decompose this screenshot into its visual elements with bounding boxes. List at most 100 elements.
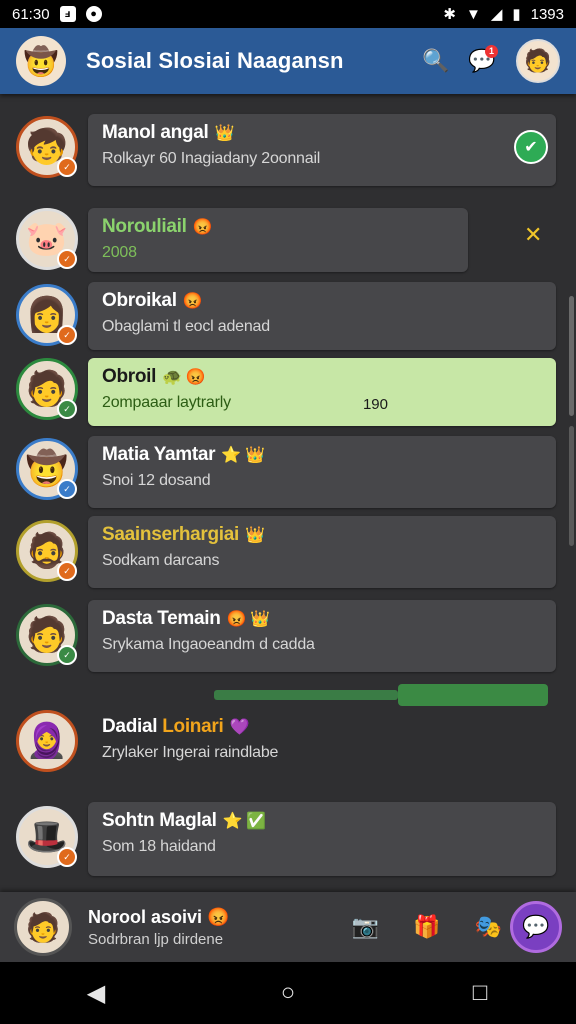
chat-name: Sohtn Maglal: [102, 810, 217, 831]
progress-bar: [214, 690, 398, 700]
chat-name: Dasta Temain: [102, 608, 221, 629]
angry-emoji-icon: 😡: [192, 219, 213, 236]
status-badge: ✓: [57, 325, 77, 345]
status-badge: ✓: [57, 479, 77, 499]
chat-item[interactable]: 🐷 ✓ Norouliail 😡 2008 ✕: [16, 208, 560, 272]
chat-bubble[interactable]: Obroil 🐢 😡 2ompaaar laytrarly 190: [88, 358, 556, 426]
signal-icon: ◢: [490, 6, 503, 23]
avatar: 🧕: [16, 710, 78, 772]
chat-name: Manol angal: [102, 122, 209, 143]
avatar: 🐷 ✓: [16, 208, 78, 270]
bottom-bar: 🧑 Norool asoivi 😡 Sodrbran ljp dirdene 📷…: [0, 892, 576, 962]
sticker-icon[interactable]: 🎁: [413, 914, 440, 940]
avatar: 🎩 ✓: [16, 806, 78, 868]
character-icon[interactable]: 🎭: [475, 914, 502, 940]
composer-name: Norool asoivi: [88, 906, 203, 927]
chat-preview: Snoi 12 dosand: [102, 472, 211, 489]
angry-crown-icon: 😡 👑: [226, 611, 271, 628]
chat-preview: Som 18 haidand: [102, 838, 216, 855]
back-nav-icon[interactable]: ◀: [79, 976, 113, 1010]
home-nav-icon[interactable]: ○: [271, 976, 305, 1010]
chat-item[interactable]: 🧒 ✓ Manol angal 👑 Rolkayr 60 Inagiadany 2o…: [16, 114, 560, 186]
status-bar: 61:30 ⅎ ● ✱ ▼ ◢ ▮ 1393: [0, 0, 576, 28]
chat-bubble[interactable]: Saainserhargiai 👑 Sodkam darcans: [88, 516, 556, 588]
composer-sub: Sodrbran ljp dirdene: [88, 930, 224, 948]
composer-avatar[interactable]: 🧑: [14, 898, 72, 956]
progress-bar-fill: [398, 684, 548, 706]
avatar: 🧑 ✓: [16, 604, 78, 666]
chat-preview: Zrylaker Ingerai raindlabe: [102, 744, 279, 761]
chat-preview: Srykama Ingaoeandm d cadda: [102, 636, 315, 653]
bluetooth-icon: ✱: [443, 6, 456, 23]
chat-item[interactable]: 🧕 Dadial Loinari 💜 Zrylaker Ingerai raind…: [16, 708, 560, 776]
status-badge: ✓: [57, 249, 77, 269]
chat-bubble[interactable]: Manol angal 👑 Rolkayr 60 Inagiadany 2oonn…: [88, 114, 556, 186]
angry-emoji-icon: 😡: [182, 293, 203, 310]
status-badge: ✓: [57, 399, 77, 419]
scrollbar-track: [569, 426, 574, 546]
emoji-action-button[interactable]: 💬: [510, 901, 562, 953]
chat-name-part1: Dadial: [102, 716, 158, 737]
chat-name: Saainserhargiai: [102, 524, 240, 545]
app-logo-avatar[interactable]: 🤠: [16, 36, 66, 86]
chat-item[interactable]: 🎩 ✓ Sohtn Maglal ⭐ ✅ Som 18 haidand: [16, 802, 560, 876]
chat-preview: 2008: [102, 244, 137, 261]
scrollbar[interactable]: [569, 296, 574, 416]
chat-item[interactable]: 🧔 ✓ Saainserhargiai 👑 Sodkam darcans: [16, 516, 560, 588]
chat-item[interactable]: 🤠 ✓ Matia Yamtar ⭐ 👑 Snoi 12 dosand: [16, 436, 560, 508]
chat-bubble[interactable]: Sohtn Maglal ⭐ ✅ Som 18 haidand: [88, 802, 556, 876]
status-time: 61:30: [12, 5, 50, 23]
chat-item[interactable]: 👩 ✓ Obroikal 😡 Obaglami tl eocl adenad: [16, 282, 560, 350]
avatar: 🧑 ✓: [16, 358, 78, 420]
chat-name: Obroil: [102, 366, 157, 387]
notification-icon: ⅎ: [59, 6, 76, 22]
notification-badge: 1: [485, 45, 498, 58]
chat-bubble[interactable]: Matia Yamtar ⭐ 👑 Snoi 12 dosand: [88, 436, 556, 508]
chat-name: Norouliail: [102, 216, 187, 237]
close-icon[interactable]: ✕: [524, 222, 542, 248]
chat-item-active[interactable]: 🧑 ✓ Obroil 🐢 😡 2ompaaar laytrarly 190: [16, 358, 560, 426]
chat-preview: 2ompaaar laytrarly: [102, 394, 231, 411]
status-badge: ✓: [57, 157, 77, 177]
avatar: 👩 ✓: [16, 284, 78, 346]
status-badge: ✓: [57, 645, 77, 665]
chat-list[interactable]: 🧒 ✓ Manol angal 👑 Rolkayr 60 Inagiadany 2o…: [0, 96, 576, 892]
chat-bubble[interactable]: Dadial Loinari 💜 Zrylaker Ingerai raindla…: [88, 708, 556, 780]
record-icon: ●: [85, 6, 102, 22]
chat-bubble[interactable]: Norouliail 😡 2008: [88, 208, 468, 272]
wifi-icon: ▼: [465, 5, 481, 23]
app-title: Sosial Slosiai Naagansn: [86, 48, 344, 73]
chat-preview: Rolkayr 60 Inagiadany 2oonnail: [102, 150, 321, 167]
chat-name-part2: Loinari: [162, 716, 224, 737]
chat-name: Matia Yamtar: [102, 444, 216, 465]
status-badge: ✓: [57, 847, 77, 867]
chat-item[interactable]: 🧑 ✓ Dasta Temain 😡 👑 Srykama Ingaoeandm d …: [16, 600, 560, 672]
chat-bubble[interactable]: Obroikal 😡 Obaglami tl eocl adenad: [88, 282, 556, 350]
angry-emoji-icon: 😡: [207, 906, 230, 927]
search-icon[interactable]: 🔍: [418, 43, 454, 79]
chat-time: 190: [362, 396, 388, 413]
nav-bar: ◀ ○ □: [0, 962, 576, 1024]
battery-icon: ▮: [512, 6, 521, 23]
emoji-icon: 🐢 😡: [162, 369, 206, 386]
chat-preview: Sodkam darcans: [102, 552, 220, 569]
avatar: 🧒 ✓: [16, 116, 78, 178]
status-badge: ✓: [57, 561, 77, 581]
chat-preview: Obaglami tl eocl adenad: [102, 318, 270, 335]
chat-name: Obroikal: [102, 290, 177, 311]
crown-icon: 👑: [245, 527, 265, 544]
check-icon[interactable]: ✔: [514, 130, 548, 164]
app-bar: 🤠 Sosial Slosiai Naagansn 🔍 💬 1 🧑: [0, 28, 576, 94]
star-check-icon: ⭐ ✅: [222, 813, 267, 830]
avatar: 🤠 ✓: [16, 438, 78, 500]
star-crown-icon: ⭐ 👑: [221, 447, 265, 464]
heart-icon: 💜: [229, 719, 250, 736]
chat-bubble[interactable]: Dasta Temain 😡 👑 Srykama Ingaoeandm d cad…: [88, 600, 556, 672]
avatar: 🧔 ✓: [16, 520, 78, 582]
profile-avatar[interactable]: 🧑: [516, 39, 560, 83]
camera-icon[interactable]: 📷: [352, 914, 379, 940]
recents-nav-icon[interactable]: □: [463, 976, 497, 1010]
status-right-text: 1393: [530, 5, 564, 23]
crown-icon: 👑: [214, 125, 235, 142]
chat-notification-icon[interactable]: 💬 1: [464, 43, 500, 79]
